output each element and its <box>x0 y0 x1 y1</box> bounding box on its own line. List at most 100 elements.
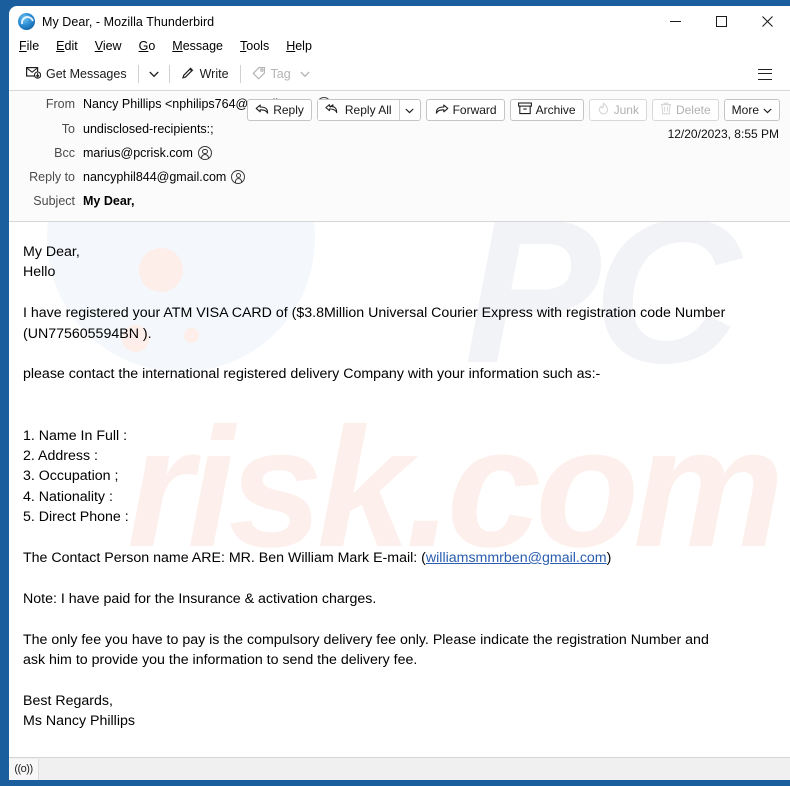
connection-status-icon[interactable]: ((o)) <box>9 758 39 780</box>
menu-tools-label: ools <box>246 39 270 53</box>
forward-arrow-icon <box>434 103 449 118</box>
archive-box-icon <box>517 102 532 118</box>
forward-button[interactable]: Forward <box>425 99 505 121</box>
body-line: 1. Name In Full : <box>23 427 128 444</box>
menu-tools[interactable]: Tools <box>240 39 269 53</box>
menu-view-accel: V <box>94 39 103 53</box>
menu-edit-accel: E <box>56 39 65 53</box>
from-label: From <box>45 97 75 111</box>
body-line: My Dear, <box>23 244 80 260</box>
archive-button[interactable]: Archive <box>509 99 584 121</box>
menu-message-label: essage <box>182 39 224 53</box>
reply-all-arrows-icon <box>325 103 341 118</box>
menu-go-label: o <box>148 39 156 53</box>
menu-edit-label: dit <box>64 39 78 53</box>
reply-all-button[interactable]: Reply All <box>317 100 399 120</box>
close-button[interactable] <box>744 6 790 37</box>
header-row-bcc: Bcc marius@pcrisk.com <box>9 146 212 160</box>
reply-button[interactable]: Reply <box>247 99 312 121</box>
message-date: 12/20/2023, 8:55 PM <box>667 127 779 141</box>
get-messages-button[interactable]: Get Messages <box>19 62 134 87</box>
get-messages-label: Get Messages <box>46 67 127 81</box>
toolbar-divider-1 <box>137 65 139 83</box>
body-line: Hello <box>23 264 56 281</box>
tag-button[interactable]: Tag <box>245 62 317 87</box>
chevron-down-icon <box>300 67 310 81</box>
menu-go[interactable]: Go <box>139 39 156 53</box>
more-button[interactable]: More <box>723 99 780 121</box>
main-toolbar: Get Messages Write Tag <box>9 58 790 91</box>
thunderbird-window: My Dear, - Mozilla Thunderbird File Edit… <box>0 0 790 786</box>
to-value[interactable]: undisclosed-recipients:; <box>83 122 214 136</box>
junk-button[interactable]: Junk <box>588 99 647 121</box>
message-action-buttons: Reply Reply All Forward Archive Junk Del… <box>247 99 780 121</box>
contact-email-link[interactable]: williamsmmrben@gmail.com <box>426 550 607 566</box>
tag-icon <box>251 66 266 83</box>
tag-label: Tag <box>270 67 291 81</box>
trash-icon <box>660 102 672 118</box>
body-line: The only fee you have to pay is the comp… <box>23 631 709 648</box>
body-line: Best Regards, <box>23 692 113 709</box>
delete-button[interactable]: Delete <box>651 99 719 121</box>
reply-to-label: Reply to <box>29 170 75 184</box>
hamburger-menu-icon <box>758 68 772 80</box>
minimize-button[interactable] <box>652 6 698 37</box>
menu-message-accel: M <box>172 39 183 53</box>
header-row-reply-to: Reply to nancyphil844@gmail.com <box>9 170 246 184</box>
contact-avatar-icon[interactable] <box>231 170 246 184</box>
contact-avatar-icon[interactable] <box>197 146 212 160</box>
body-line: (UN775605594BN ). <box>23 325 152 342</box>
reply-all-dropdown-button[interactable] <box>398 100 420 120</box>
window-title: My Dear, - Mozilla Thunderbird <box>42 14 215 29</box>
body-line: Note: I have paid for the Insurance & ac… <box>23 590 377 607</box>
reply-label: Reply <box>273 103 304 117</box>
chevron-down-icon <box>763 103 772 117</box>
thunderbird-logo-icon <box>18 13 35 30</box>
menu-file[interactable]: File <box>19 39 39 53</box>
get-messages-envelope-icon <box>26 66 42 82</box>
title-bar: My Dear, - Mozilla Thunderbird <box>9 6 790 37</box>
more-label: More <box>731 103 759 117</box>
bcc-label: Bcc <box>54 146 75 160</box>
menu-bar: File Edit View Go Message Tools Help <box>9 34 790 58</box>
reply-arrow-icon <box>255 103 269 118</box>
body-line: ask him to provide you the information t… <box>23 652 418 669</box>
menu-view-label: iew <box>102 39 122 53</box>
junk-flame-icon <box>597 102 610 118</box>
menu-file-accel: F <box>19 39 27 53</box>
maximize-button[interactable] <box>698 6 744 37</box>
reply-to-value[interactable]: nancyphil844@gmail.com <box>83 170 226 184</box>
menu-help-accel: H <box>286 39 296 53</box>
message-header: From Nancy Phillips <nphilips764@gmail.c… <box>9 91 790 222</box>
menu-message[interactable]: Message <box>172 39 223 53</box>
menu-file-label: ile <box>26 39 40 53</box>
body-line: I have registered your ATM VISA CARD of … <box>23 305 726 322</box>
junk-label: Junk <box>613 103 639 117</box>
window-controls <box>652 6 790 37</box>
pencil-icon <box>181 66 195 83</box>
toolbar-divider-3 <box>239 65 241 83</box>
delete-label: Delete <box>675 103 711 117</box>
body-line: 3. Occupation ; <box>23 468 119 485</box>
body-line: please contact the international registe… <box>23 366 601 383</box>
chevron-down-icon <box>148 65 159 83</box>
contact-text-post: ) <box>606 550 612 567</box>
get-messages-dropdown-button[interactable] <box>143 62 165 87</box>
header-row-subject: Subject My Dear, <box>9 194 134 208</box>
bcc-value[interactable]: marius@pcrisk.com <box>83 146 193 160</box>
app-menu-button[interactable] <box>752 62 778 87</box>
menu-edit[interactable]: Edit <box>56 39 78 53</box>
menu-view[interactable]: View <box>95 39 122 53</box>
menu-help[interactable]: Help <box>286 39 312 53</box>
contact-text-pre: The Contact Person name ARE: MR. Ben Wil… <box>23 550 426 567</box>
body-line: 2. Address : <box>23 448 98 464</box>
write-button[interactable]: Write <box>174 62 236 87</box>
body-line-contact: The Contact Person name ARE: MR. Ben Wil… <box>23 548 776 568</box>
reply-all-split-button: Reply All <box>316 99 421 121</box>
